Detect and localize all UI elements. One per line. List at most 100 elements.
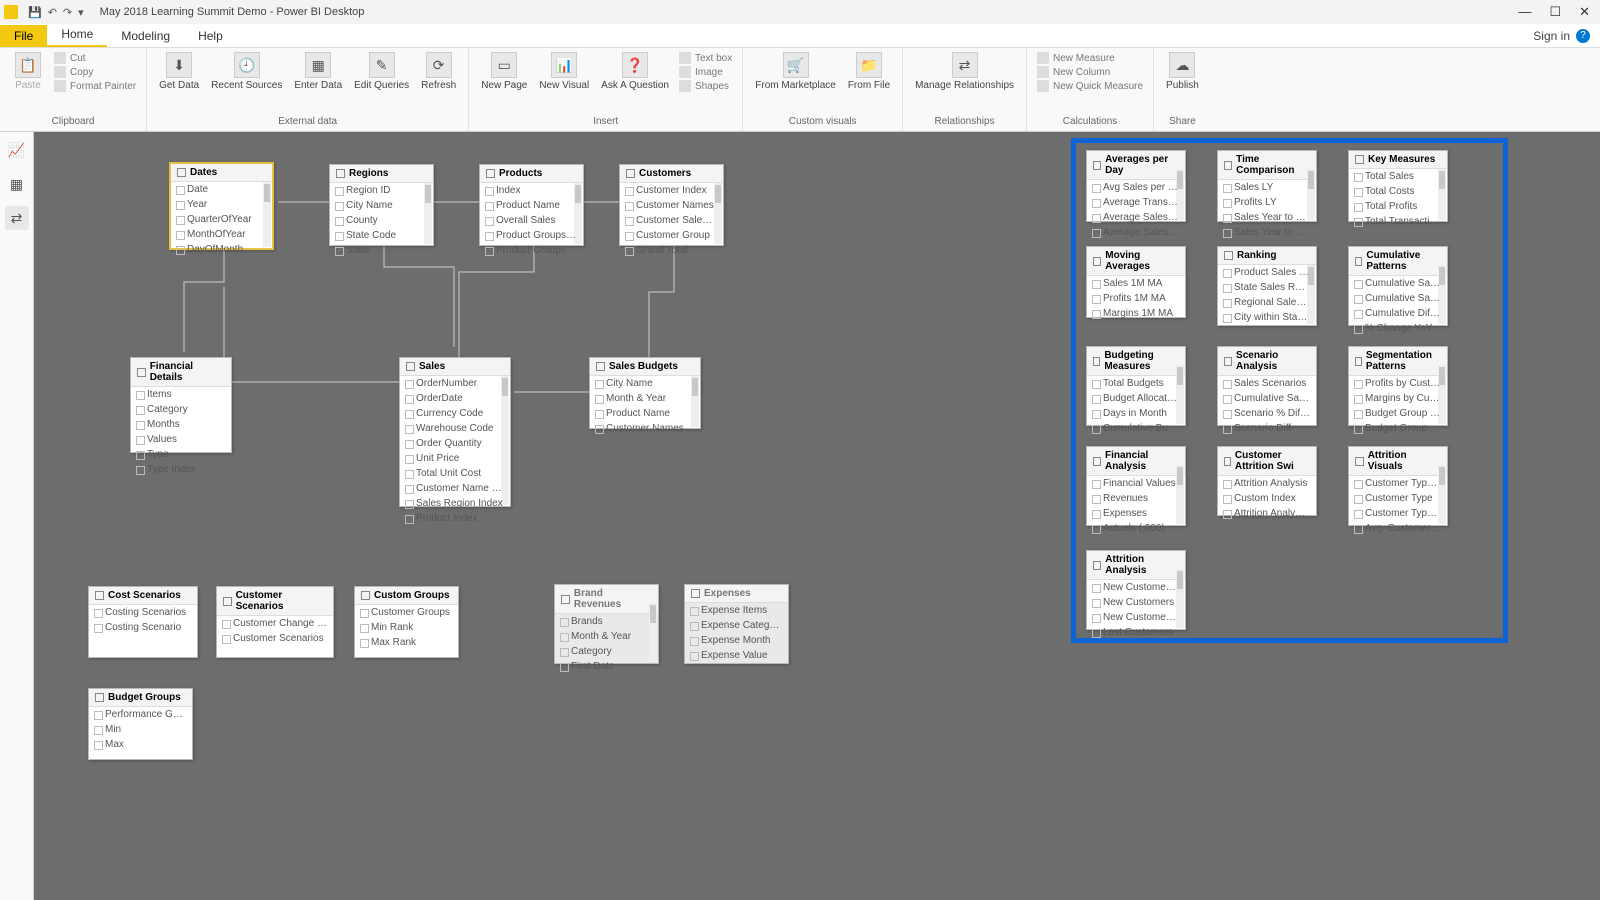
publish-button[interactable]: ☁Publish — [1160, 50, 1205, 93]
table-cost-scenarios[interactable]: Cost ScenariosCosting ScenariosCosting S… — [88, 586, 198, 658]
field-row[interactable]: City within State Sale — [1218, 310, 1316, 325]
field-row[interactable]: Customer Names — [620, 198, 723, 213]
field-row[interactable]: Max Rank — [355, 635, 458, 650]
table-attrition-analysis[interactable]: Attrition AnalysisNew Customer SalesNew … — [1086, 550, 1186, 630]
field-row[interactable]: Warehouse Code — [400, 421, 510, 436]
field-row[interactable]: New Customers — [1087, 595, 1185, 610]
field-row[interactable]: Cumulative Diff vs C — [1349, 306, 1447, 321]
field-row[interactable]: Type Index — [131, 462, 231, 477]
table-moving-averages[interactable]: Moving AveragesSales 1M MAProfits 1M MAM… — [1086, 246, 1186, 318]
field-row[interactable]: Sales 1M MA — [1087, 276, 1185, 291]
field-row[interactable]: Product Index — [400, 511, 510, 526]
table-customers[interactable]: CustomersCustomer IndexCustomer NamesCus… — [619, 164, 724, 246]
data-view-button[interactable]: ▦ — [5, 172, 29, 196]
table-header[interactable]: Financial Analysis — [1087, 447, 1185, 476]
table-attrition-visuals[interactable]: Attrition VisualsCustomer Type Sales Cust… — [1348, 446, 1448, 526]
field-row[interactable]: Margins by Custom r — [1349, 391, 1447, 406]
table-header[interactable]: Products — [480, 165, 583, 183]
field-row[interactable]: Costing Scenarios — [89, 605, 197, 620]
get-data-button[interactable]: ⬇Get Data — [153, 50, 205, 93]
table-header[interactable]: Cumulative Patterns — [1349, 247, 1447, 276]
table-segmentation-patterns[interactable]: Segmentation PatternsProfits by Custom G… — [1348, 346, 1448, 426]
field-row[interactable]: Total Profits — [1349, 199, 1447, 214]
field-row[interactable]: Average Transactions — [1087, 195, 1185, 210]
field-row[interactable]: Sales Year to Date C — [1218, 225, 1316, 240]
field-row[interactable]: Expense Value — [685, 648, 788, 663]
tab-home[interactable]: Home — [47, 23, 107, 47]
table-financial-analysis[interactable]: Financial AnalysisFinancial ValuesRevenu… — [1086, 446, 1186, 526]
field-row[interactable]: Sales Year to Date — [1218, 210, 1316, 225]
table-header[interactable]: Attrition Analysis — [1087, 551, 1185, 580]
manage-relationships-button[interactable]: ⇄Manage Relationships — [909, 50, 1020, 93]
field-row[interactable]: Customer Type % — [1349, 506, 1447, 521]
field-row[interactable]: Brands — [555, 614, 658, 629]
field-row[interactable]: Financial Values — [1087, 476, 1185, 491]
table-header[interactable]: Averages per Day — [1087, 151, 1185, 180]
field-row[interactable]: Profits 1M MA — [1087, 291, 1185, 306]
field-row[interactable]: Total Transactions — [1349, 214, 1447, 229]
table-customer-attrition[interactable]: Customer Attrition SwiAttrition Analysis… — [1217, 446, 1317, 516]
field-row[interactable]: Product Groups — [480, 243, 583, 258]
table-financial-details[interactable]: Financial DetailsItemsCategoryMonthsValu… — [130, 357, 232, 453]
refresh-button[interactable]: ⟳Refresh — [415, 50, 462, 93]
field-row[interactable]: Scenario % Difference — [1218, 406, 1316, 421]
field-row[interactable]: Expenses — [1087, 506, 1185, 521]
field-row[interactable]: Category — [131, 402, 231, 417]
table-header[interactable]: Brand Revenues — [555, 585, 658, 614]
model-view-button[interactable]: ⇄ — [5, 206, 29, 230]
field-row[interactable]: Product Sales Rank — [1218, 265, 1316, 280]
table-dates[interactable]: DatesDateYearQuarterOfYearMonthOfYearDay… — [169, 162, 274, 250]
new-page-button[interactable]: ▭New Page — [475, 50, 533, 93]
format-painter-button[interactable]: Format Painter — [54, 80, 136, 92]
field-row[interactable]: Product Name — [590, 406, 700, 421]
field-row[interactable]: Currency Code — [400, 406, 510, 421]
tab-file[interactable]: File — [0, 25, 47, 47]
field-row[interactable]: Customer Type Sales — [1349, 476, 1447, 491]
table-regions[interactable]: RegionsRegion IDCity NameCountyState Cod… — [329, 164, 434, 246]
table-sales-budgets[interactable]: Sales BudgetsCity NameMonth & YearProduc… — [589, 357, 701, 429]
field-row[interactable]: Lost Customers — [1087, 625, 1185, 640]
field-row[interactable]: Average Sales per Cu — [1087, 225, 1185, 240]
new-column-button[interactable]: New Column — [1037, 66, 1143, 78]
minimize-button[interactable]: — — [1518, 4, 1531, 20]
undo-icon[interactable]: ↶ — [48, 6, 57, 19]
table-averages-per-day[interactable]: Averages per DayAvg Sales per DayAverage… — [1086, 150, 1186, 222]
field-row[interactable]: New Customer Sales — [1087, 580, 1185, 595]
sign-in-link[interactable]: Sign in ? — [1523, 25, 1600, 47]
field-row[interactable]: Revenues — [1087, 491, 1185, 506]
qat-more-icon[interactable]: ▾ — [78, 6, 84, 19]
table-products[interactable]: ProductsIndexProduct NameOverall SalesPr… — [479, 164, 584, 246]
new-visual-button[interactable]: 📊New Visual — [533, 50, 595, 93]
help-icon[interactable]: ? — [1576, 29, 1590, 43]
field-row[interactable]: State Code — [330, 228, 433, 243]
table-header[interactable]: Regions — [330, 165, 433, 183]
field-row[interactable]: State — [330, 243, 433, 258]
field-row[interactable]: Order Quantity — [400, 436, 510, 451]
field-row[interactable]: Customer Sales Rank — [620, 213, 723, 228]
table-header[interactable]: Sales Budgets — [590, 358, 700, 376]
field-row[interactable]: Expense Month — [685, 633, 788, 648]
field-row[interactable]: Max — [89, 737, 192, 752]
field-row[interactable]: OrderNumber — [400, 376, 510, 391]
ask-question-button[interactable]: ❓Ask A Question — [595, 50, 675, 93]
field-row[interactable]: City Name — [330, 198, 433, 213]
field-row[interactable]: Grand Total — [620, 243, 723, 258]
field-row[interactable]: City Name — [590, 376, 700, 391]
field-row[interactable]: Overall Sales — [480, 213, 583, 228]
field-row[interactable]: Min — [89, 722, 192, 737]
table-header[interactable]: Attrition Visuals — [1349, 447, 1447, 476]
field-row[interactable]: Expense Category — [685, 618, 788, 633]
field-row[interactable]: Budget Group Sales — [1349, 406, 1447, 421]
copy-button[interactable]: Copy — [54, 66, 136, 78]
enter-data-button[interactable]: ▦Enter Data — [288, 50, 348, 93]
field-row[interactable]: State Sales Rank — [1218, 280, 1316, 295]
field-row[interactable]: Customer Index — [620, 183, 723, 198]
table-header[interactable]: Segmentation Patterns — [1349, 347, 1447, 376]
table-ranking[interactable]: RankingProduct Sales RankState Sales Ran… — [1217, 246, 1317, 326]
field-row[interactable]: Budget Group Count — [1349, 421, 1447, 436]
maximize-button[interactable]: ☐ — [1549, 4, 1561, 20]
shapes-button[interactable]: Shapes — [679, 80, 732, 92]
table-custom-groups[interactable]: Custom GroupsCustomer GroupsMin RankMax … — [354, 586, 459, 658]
field-row[interactable]: % Change YoY — [1349, 321, 1447, 336]
field-row[interactable]: Values — [131, 432, 231, 447]
